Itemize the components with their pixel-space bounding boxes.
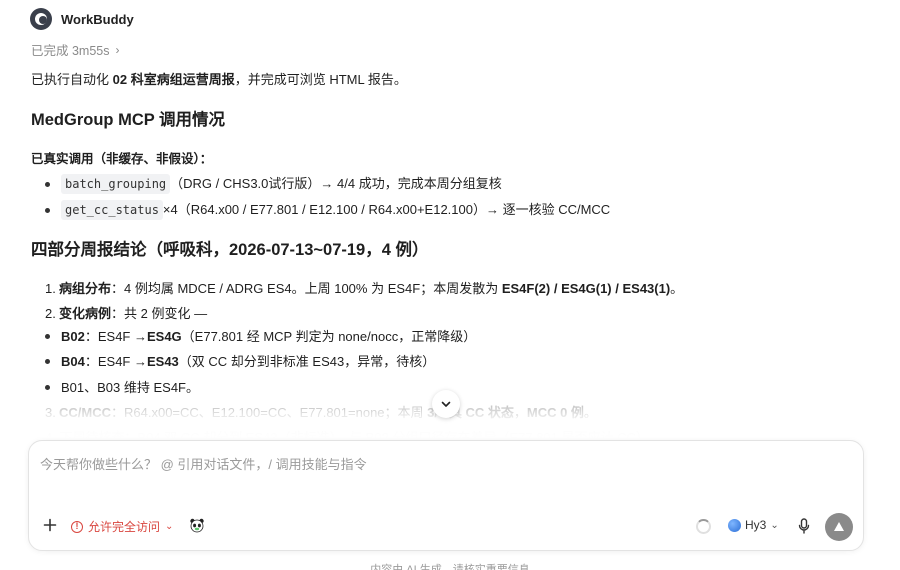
item-bold: ES4F(2) / ES4G(1) / ES43(1) — [501, 281, 671, 296]
access-permission-dropdown[interactable]: ! 允许完全访问 ⌄ — [71, 518, 173, 535]
item-text: ：R64.x00=CC、E12.100=CC、E77.801=none；本周 — [111, 405, 428, 420]
intro-suffix: ，并完成可浏览 HTML 报告。 — [234, 72, 407, 87]
message-input[interactable]: 今天帮你做些什么？ @ 引用对话文件，/ 调用技能与指令 — [40, 454, 367, 473]
bullet-dot — [45, 385, 50, 391]
chevron-down-icon: ⌄ — [770, 519, 779, 531]
unchanged-cases: B01、B03 维持 ES4F。 — [61, 380, 199, 395]
microphone-icon — [798, 518, 810, 534]
composer: 今天帮你做些什么？ @ 引用对话文件，/ 调用技能与指令 ! 允许完全访问 ⌄ … — [28, 440, 864, 551]
change-from: ：ES4F → — [84, 329, 147, 344]
section-title-mcp: MedGroup MCP 调用情况 — [31, 111, 226, 129]
item-label: 变化病例 — [59, 306, 112, 321]
item-number: 1. — [45, 281, 56, 296]
item-label: 病组分布 — [59, 281, 112, 296]
section-title-report: 四部分周报结论（呼吸科，2026-07-13~07-19，4 例） — [31, 241, 429, 259]
panda-agent-icon[interactable] — [189, 517, 205, 533]
app-name: WorkBuddy — [61, 11, 134, 27]
item-end: 。 — [583, 405, 597, 420]
access-label: 允许完全访问 — [88, 520, 161, 534]
task-status-text: 已完成 3m55s — [31, 44, 110, 58]
send-button[interactable] — [825, 513, 853, 541]
list-item: get_cc_status ×4（R64.x00 / E77.801 / E12… — [45, 200, 610, 220]
item-number: 3. — [45, 405, 56, 420]
call-result: （DRG / CHS3.0试行版）→ 4/4 成功，完成本周分组复核 — [170, 176, 502, 192]
message-intro: 已执行自动化 02 科室病组运营周报，并完成可浏览 HTML 报告。 — [31, 70, 407, 90]
warning-icon: ! — [71, 520, 83, 533]
bullet-dot — [45, 359, 50, 365]
list-item: batch_grouping （DRG / CHS3.0试行版）→ 4/4 成功… — [45, 174, 502, 194]
arrow-up-icon — [834, 522, 844, 531]
disclaimer-note: 内容由 AI 生成，请核实重要信息 — [370, 564, 530, 570]
section-label-calls: 已真实调用（非缓存、非假设）： — [31, 152, 213, 166]
scroll-to-bottom-button[interactable] — [432, 390, 460, 418]
item-sep: ， — [513, 405, 527, 420]
app-header: WorkBuddy — [30, 8, 134, 30]
case-id: B02 — [61, 329, 85, 344]
list-item: B01、B03 维持 ES4F。 — [45, 378, 199, 398]
workbuddy-logo-icon — [30, 8, 52, 30]
bullet-dot — [45, 334, 50, 340]
list-item: B02 ：ES4F → ES4G （E77.801 经 MCP 判定为 none/n… — [45, 327, 476, 347]
call-result: ×4（R64.x00 / E77.801 / E12.100 / R64.x00… — [162, 202, 611, 218]
chevron-down-icon — [441, 401, 451, 407]
tool-name: get_cc_status — [61, 200, 163, 220]
ordered-item-cc: 3. CC/MCC：R64.x00=CC、E12.100=CC、E77.801=n… — [45, 403, 597, 423]
chevron-down-icon: ⌄ — [165, 521, 174, 532]
item-text: ：共 2 例变化 — — [111, 306, 208, 321]
automation-name: 02 科室病组运营周报 — [112, 72, 235, 87]
intro-prefix: 已执行自动化 — [31, 72, 113, 87]
model-logo-icon — [728, 518, 741, 532]
plus-icon — [43, 518, 57, 532]
loading-spinner-icon — [696, 519, 711, 534]
item-number: 2. — [45, 306, 56, 321]
tool-name: batch_grouping — [61, 174, 171, 194]
item-text: ：4 例均属 MDCE / ADRG ES4。上周 100% 为 ES4F；本周… — [111, 281, 502, 296]
task-status-toggle[interactable]: 已完成 3m55s › — [31, 40, 120, 59]
bullet-dot — [45, 181, 50, 187]
ordered-item-changes: 2. 变化病例：共 2 例变化 — — [45, 304, 207, 324]
change-note: （双 CC 却分到非标准 ES43，异常，待核） — [178, 354, 436, 369]
item-bold: MCC 0 例 — [526, 405, 584, 420]
add-attachment-button[interactable] — [41, 516, 59, 534]
change-from: ：ES4F → — [84, 354, 147, 369]
panda-icon — [190, 518, 204, 533]
model-selector[interactable]: Hy3 ⌄ — [728, 518, 779, 532]
item-end: 。 — [670, 281, 684, 296]
list-item: B04 ：ES4F → ES43 （双 CC 却分到非标准 ES43，异常，待核） — [45, 352, 435, 372]
chevron-right-icon: › — [115, 42, 120, 57]
change-note: （E77.801 经 MCP 判定为 none/nocc，正常降级） — [181, 329, 477, 344]
change-to: ES43 — [146, 354, 179, 369]
change-to: ES4G — [146, 329, 182, 344]
microphone-button[interactable] — [797, 518, 811, 534]
item-label: CC/MCC — [59, 405, 111, 420]
bullet-dot — [45, 207, 50, 213]
model-label: Hy3 — [745, 518, 767, 532]
case-id: B04 — [61, 354, 85, 369]
ordered-item-distribution: 1. 病组分布：4 例均属 MDCE / ADRG ES4。上周 100% 为 E… — [45, 279, 683, 299]
